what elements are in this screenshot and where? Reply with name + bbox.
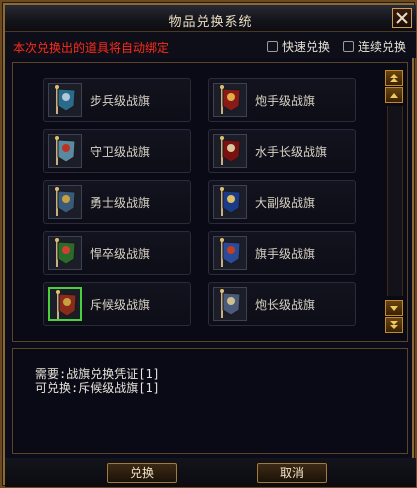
- gunner-banner-icon[interactable]: [213, 83, 247, 117]
- title-bar[interactable]: 物品兑换系统: [5, 5, 416, 32]
- item-label: 炮长级战旗: [255, 298, 316, 312]
- scroll-bottom-button[interactable]: [385, 317, 403, 333]
- list-item[interactable]: 水手长级战旗: [208, 129, 356, 173]
- exchange-button[interactable]: 兑换: [107, 463, 177, 483]
- down-arrow-icon: [390, 306, 398, 311]
- list-item[interactable]: 勇士级战旗: [43, 180, 191, 224]
- first-mate-banner-icon[interactable]: [213, 185, 247, 219]
- guard-banner-icon[interactable]: [48, 134, 82, 168]
- bottom-bar: 兑换 取消: [5, 458, 416, 487]
- list-item[interactable]: 炮手级战旗: [208, 78, 356, 122]
- list-item[interactable]: 悍卒级战旗: [43, 231, 191, 275]
- exchange-window: 物品兑换系统 本次兑换出的道具将自动绑定 快速兑换 连续兑换 步兵级战旗 炮手级战…: [0, 0, 417, 488]
- scrollbar[interactable]: [385, 70, 403, 334]
- cancel-button[interactable]: 取消: [257, 463, 327, 483]
- item-list-panel: 步兵级战旗 炮手级战旗守卫级战旗 水手长级战旗勇士级战旗 大副级战旗悍卒级战旗 旗手级战…: [12, 62, 408, 342]
- list-item[interactable]: 旗手级战旗: [208, 231, 356, 275]
- double-up-icon: [390, 74, 398, 82]
- item-label: 悍卒级战旗: [90, 247, 151, 261]
- scroll-top-button[interactable]: [385, 70, 403, 86]
- item-label: 水手长级战旗: [255, 145, 328, 159]
- continuous-exchange-label: 连续兑换: [358, 39, 407, 54]
- list-item[interactable]: 步兵级战旗: [43, 78, 191, 122]
- requirement-panel: 需要:战旗兑换凭证[1] 可兑换:斥候级战旗[1]: [12, 348, 408, 454]
- close-icon: [396, 12, 408, 24]
- checkbox-icon[interactable]: [343, 40, 354, 52]
- notice-row: 本次兑换出的道具将自动绑定 快速兑换 连续兑换: [5, 32, 416, 58]
- boatswain-banner-icon[interactable]: [213, 134, 247, 168]
- infantry-banner-icon[interactable]: [48, 83, 82, 117]
- window-title: 物品兑换系统: [168, 15, 253, 30]
- exchangeable-item-text: 可兑换:斥候级战旗[1]: [35, 381, 160, 395]
- item-label: 步兵级战旗: [90, 94, 151, 108]
- scroll-track[interactable]: [387, 106, 403, 296]
- scroll-up-button[interactable]: [385, 87, 403, 103]
- item-label: 勇士级战旗: [90, 196, 151, 210]
- veteran-banner-icon[interactable]: [48, 236, 82, 270]
- list-item[interactable]: 大副级战旗: [208, 180, 356, 224]
- item-label: 旗手级战旗: [255, 247, 316, 261]
- scout-banner-icon[interactable]: [48, 287, 82, 321]
- continuous-exchange-checkbox[interactable]: 连续兑换: [343, 38, 406, 54]
- checkbox-icon[interactable]: [267, 40, 278, 52]
- list-item[interactable]: 斥候级战旗: [43, 282, 191, 326]
- quick-exchange-checkbox[interactable]: 快速兑换: [267, 38, 330, 54]
- list-item[interactable]: 炮长级战旗: [208, 282, 356, 326]
- bind-notice: 本次兑换出的道具将自动绑定: [13, 41, 170, 55]
- scroll-down-button[interactable]: [385, 300, 403, 316]
- warrior-banner-icon[interactable]: [48, 185, 82, 219]
- item-label: 大副级战旗: [255, 196, 316, 210]
- item-label: 守卫级战旗: [90, 145, 151, 159]
- quick-exchange-label: 快速兑换: [282, 39, 331, 54]
- item-label: 炮手级战旗: [255, 94, 316, 108]
- double-down-icon: [390, 321, 398, 329]
- up-arrow-icon: [390, 93, 398, 98]
- chief-gunner-banner-icon[interactable]: [213, 287, 247, 321]
- list-item[interactable]: 守卫级战旗: [43, 129, 191, 173]
- item-label: 斥候级战旗: [90, 298, 151, 312]
- close-button[interactable]: [392, 8, 412, 28]
- flag-bearer-banner-icon[interactable]: [213, 236, 247, 270]
